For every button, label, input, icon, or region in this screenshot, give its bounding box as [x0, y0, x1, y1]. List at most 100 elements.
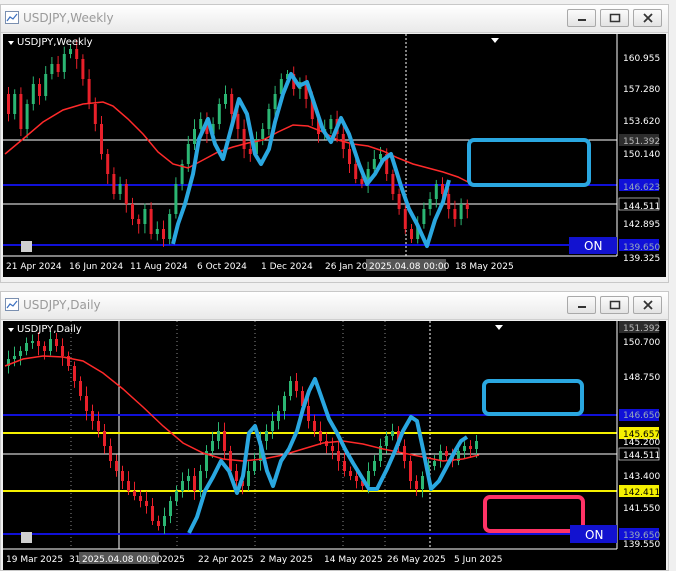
candle-body [106, 154, 110, 174]
candle-body [277, 411, 280, 421]
candle-body [131, 204, 134, 219]
candle-body [224, 94, 227, 104]
date-label: 11 Aug 2024 [130, 262, 188, 272]
weekly-candles [7, 39, 469, 247]
candle-body [91, 411, 94, 421]
minimize-button[interactable] [567, 9, 596, 27]
moving-average-line [4, 355, 480, 462]
price-label: 151.392 [623, 137, 660, 147]
candle-body [283, 396, 286, 411]
on-badge-label: ON [584, 239, 602, 253]
candle-body [97, 421, 100, 431]
candle-body [459, 204, 463, 219]
target-zone-box[interactable] [467, 138, 591, 187]
candle-body [422, 209, 426, 224]
window-title: USDJPY,Weekly [23, 11, 114, 25]
candle-body [149, 209, 153, 234]
candle-body [137, 219, 141, 224]
candle-body [453, 209, 457, 219]
candle-body [85, 396, 88, 411]
date-label: 2025.04.08 00:00 [369, 262, 450, 272]
candle-body [69, 49, 72, 54]
candle-body [155, 229, 159, 234]
candle-body [50, 64, 54, 74]
window-title: USDJPY,Daily [23, 298, 101, 312]
candle-body [62, 54, 66, 72]
date-label: 2025.04.08 00:00 [82, 555, 163, 565]
daily-title-bar[interactable]: USDJPY,Daily [1, 292, 668, 320]
weekly-chart-canvas[interactable]: USDJPY,Weekly ON 160.955 157.280 153.620 15… [3, 34, 666, 277]
close-button[interactable] [633, 296, 662, 314]
price-label: 151.392 [623, 324, 660, 334]
candle-body [118, 184, 122, 194]
candle-body [121, 471, 124, 481]
candle-body [124, 184, 128, 204]
date-label: 18 May 2025 [455, 262, 514, 272]
candle-body [349, 471, 352, 476]
candle-body [379, 154, 382, 159]
candle-body [175, 491, 178, 501]
candle-body [139, 496, 142, 501]
weekly-chart-window: USDJPY,Weekly USDJPY,Weekly ON 160.955 1… [0, 4, 669, 283]
chart-shift-icon[interactable] [21, 532, 32, 543]
candle-body [373, 461, 376, 471]
scroll-marker-icon[interactable] [495, 325, 503, 330]
restore-button[interactable] [600, 296, 629, 314]
candle-body [355, 476, 358, 481]
date-label: 14 May 2025 [324, 555, 383, 565]
daily-chart-canvas[interactable]: USDJPY,Daily ON 151.392 150.700 148.750 146… [3, 321, 666, 570]
candle-body [31, 341, 34, 343]
candle-body [343, 461, 346, 471]
candle-body [61, 346, 64, 356]
chart-symbol-label: USDJPY,Daily [17, 324, 82, 335]
stop-zone-box[interactable] [483, 495, 585, 533]
candle-body [313, 421, 316, 431]
candle-body [157, 521, 160, 526]
chart-shift-icon[interactable] [21, 241, 32, 252]
candle-body [217, 104, 221, 124]
candle-body [163, 516, 166, 526]
candle-body [13, 94, 17, 114]
price-label: 144.511 [623, 202, 660, 212]
price-label: 150.700 [623, 338, 660, 348]
minimize-button[interactable] [567, 296, 596, 314]
candle-body [100, 124, 103, 154]
candle-body [445, 451, 448, 456]
candle-body [187, 476, 190, 481]
candle-body [19, 351, 22, 356]
daily-chart-svg[interactable]: USDJPY,Daily ON 151.392 150.700 148.750 146… [3, 321, 666, 570]
candle-body [109, 446, 112, 461]
date-label: 26 Jan 20 [325, 262, 368, 272]
scroll-marker-icon[interactable] [491, 38, 499, 43]
date-label: 16 Jun 2024 [69, 262, 123, 272]
candle-body [261, 129, 265, 139]
price-label: 143.400 [623, 472, 660, 482]
weekly-title-bar[interactable]: USDJPY,Weekly [1, 5, 668, 33]
candle-body [38, 84, 41, 96]
chart-menu-triangle-icon[interactable] [8, 328, 14, 332]
chart-symbol-label: USDJPY,Weekly [17, 37, 93, 48]
price-label: 144.511 [623, 451, 660, 461]
price-label: 142.895 [623, 220, 660, 230]
price-label: 146.623 [623, 183, 660, 193]
price-label: 146.650 [623, 411, 660, 421]
candle-body [169, 501, 172, 516]
price-label: 141.550 [623, 504, 660, 514]
candle-body [247, 471, 250, 486]
chart-menu-triangle-icon[interactable] [8, 41, 14, 45]
candle-body [162, 229, 165, 239]
weekly-chart-svg[interactable]: USDJPY,Weekly ON 160.955 157.280 153.620 15… [3, 34, 666, 277]
chart-window-icon [5, 298, 19, 311]
target-zone-box[interactable] [482, 379, 584, 416]
candle-body [469, 446, 472, 449]
candle-body [409, 461, 412, 481]
close-button[interactable] [633, 9, 662, 27]
candle-body [463, 446, 466, 451]
date-label: 1 Dec 2024 [261, 262, 313, 272]
candle-body [295, 381, 298, 391]
candle-body [7, 94, 10, 114]
candle-body [103, 431, 106, 446]
candle-body [391, 431, 394, 436]
restore-button[interactable] [600, 9, 629, 27]
date-axis-labels: 21 Apr 2024 16 Jun 2024 11 Aug 2024 6 Oct 2… [6, 262, 514, 272]
